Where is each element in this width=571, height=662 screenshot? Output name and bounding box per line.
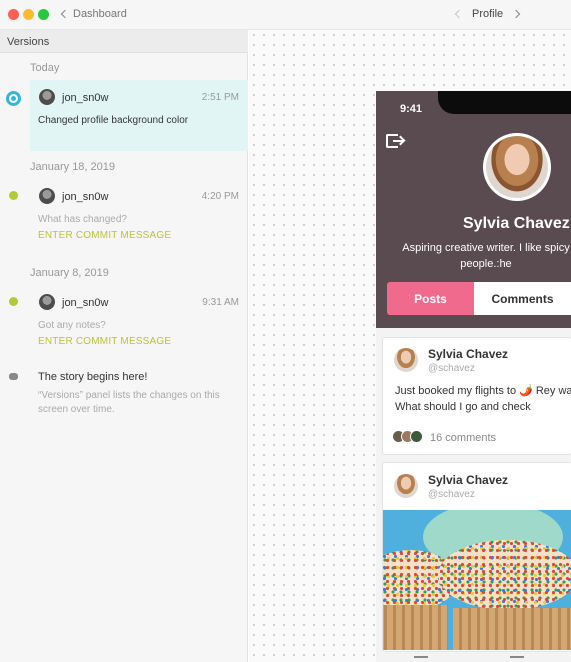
post-image-cupcakes (383, 510, 571, 650)
profile-bio: Aspiring creative writer. I like spicy p… (402, 242, 570, 270)
comments-count[interactable]: 16 comments (430, 432, 496, 444)
version-time: 9:31 AM (202, 297, 239, 308)
version-note-placeholder: What has changed? (38, 214, 127, 225)
avatar (39, 188, 55, 204)
commenter-avatar (410, 430, 423, 443)
version-marker (9, 297, 18, 306)
title-bar: Dashboard Profile (0, 0, 571, 30)
story-title: The story begins here! (38, 371, 148, 383)
status-bar-time: 9:41 (400, 103, 423, 115)
post-card[interactable]: Sylvia Chavez @schavez Just booked my fl… (382, 337, 571, 455)
profile-tabs: Posts Comments (387, 282, 571, 315)
story-start-icon (9, 373, 18, 380)
tabbar-icon[interactable] (510, 656, 524, 662)
post-card[interactable]: Sylvia Chavez @schavez (382, 462, 571, 652)
version-time: 4:20 PM (201, 191, 239, 202)
current-version-marker (6, 91, 21, 106)
version-message: Changed profile background color (38, 115, 189, 126)
version-note-placeholder: Got any notes? (38, 320, 106, 331)
version-marker (9, 191, 18, 200)
logout-arrow-icon (393, 140, 403, 142)
enter-commit-message-link[interactable]: ENTER COMMIT MESSAGE (38, 336, 171, 347)
post-author: Sylvia Chavez (428, 347, 509, 361)
versions-sidebar: Versions Today jon_sn0w 2:51 PM Changed … (0, 30, 248, 662)
profile-avatar (483, 133, 551, 201)
phone-notch (438, 91, 571, 114)
post-handle: @schavez (428, 489, 475, 500)
date-heading: Today (30, 62, 60, 74)
cupcake-wrapper-shape (453, 608, 571, 650)
date-heading: January 8, 2019 (30, 267, 109, 279)
close-window-button[interactable] (8, 9, 19, 20)
screen-title: Profile (472, 8, 504, 20)
version-author: jon_sn0w (62, 92, 109, 104)
avatar (394, 348, 418, 372)
tab-comments[interactable]: Comments (474, 282, 571, 315)
date-heading: January 18, 2019 (30, 161, 116, 173)
tab-posts[interactable]: Posts (387, 282, 474, 315)
profile-header: 9:41 Sylvia Chavez Aspiring creative wri… (376, 91, 571, 328)
version-author: jon_sn0w (62, 297, 109, 309)
post-text: Just booked my flights to 🌶️ Rey wait! W… (395, 385, 571, 413)
version-time: 2:51 PM (201, 92, 239, 103)
avatar (39, 89, 55, 105)
zoom-window-button[interactable] (38, 9, 49, 20)
next-screen-icon[interactable] (511, 9, 521, 19)
minimize-window-button[interactable] (23, 9, 34, 20)
sprinkles-shape (438, 540, 571, 610)
cupcake-wrapper-shape (383, 605, 448, 650)
back-label: Dashboard (73, 8, 127, 20)
tabbar-icon[interactable] (414, 656, 428, 662)
story-description: “Versions” panel lists the changes on th… (38, 390, 220, 415)
chevron-left-icon (60, 9, 70, 19)
avatar (394, 474, 418, 498)
phone-frame: 9:41 Sylvia Chavez Aspiring creative wri… (376, 91, 571, 662)
profile-photo (486, 136, 548, 198)
post-handle: @schavez (428, 363, 475, 374)
avatar (39, 294, 55, 310)
back-to-dashboard-link[interactable]: Dashboard (60, 8, 127, 20)
post-author: Sylvia Chavez (428, 473, 509, 487)
version-entry[interactable]: jon_sn0w 9:31 AM Got any notes? ENTER CO… (30, 285, 248, 355)
screen-switcher: Profile (454, 8, 521, 20)
version-author: jon_sn0w (62, 191, 109, 203)
profile-name: Sylvia Chavez (463, 215, 570, 232)
enter-commit-message-link[interactable]: ENTER COMMIT MESSAGE (38, 230, 171, 241)
versions-header: Versions (0, 30, 248, 53)
version-entry-current[interactable]: jon_sn0w 2:51 PM Changed profile backgro… (30, 80, 248, 151)
previous-screen-icon[interactable] (454, 9, 464, 19)
version-entry[interactable]: jon_sn0w 4:20 PM What has changed? ENTER… (30, 179, 248, 249)
